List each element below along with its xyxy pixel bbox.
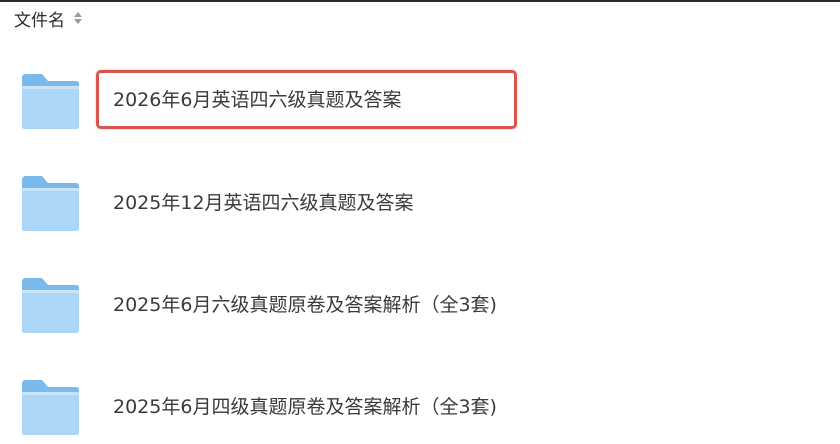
file-row[interactable]: 2025年6月四级真题原卷及答案解析（全3套) (0, 366, 840, 444)
file-row[interactable]: 2025年12月英语四六级真题及答案 (0, 162, 840, 242)
column-header[interactable]: 文件名 (14, 6, 83, 31)
folder-icon[interactable] (20, 378, 81, 436)
file-list-page: 文件名 2026年6月英语四六级真题及答案 2025年12月英语四六级真题及答案… (0, 0, 840, 444)
file-name[interactable]: 2025年6月四级真题原卷及答案解析（全3套) (113, 395, 497, 419)
top-divider (0, 0, 840, 2)
sort-icon[interactable] (73, 10, 83, 26)
file-row[interactable]: 2025年6月六级真题原卷及答案解析（全3套) (0, 264, 840, 344)
folder-icon[interactable] (20, 276, 81, 334)
folder-icon[interactable] (20, 72, 81, 130)
folder-icon[interactable] (20, 174, 81, 232)
selection-highlight (96, 70, 517, 129)
filename-column-label[interactable]: 文件名 (14, 6, 65, 31)
file-name[interactable]: 2025年6月六级真题原卷及答案解析（全3套) (113, 293, 497, 317)
file-name[interactable]: 2025年12月英语四六级真题及答案 (113, 191, 414, 215)
